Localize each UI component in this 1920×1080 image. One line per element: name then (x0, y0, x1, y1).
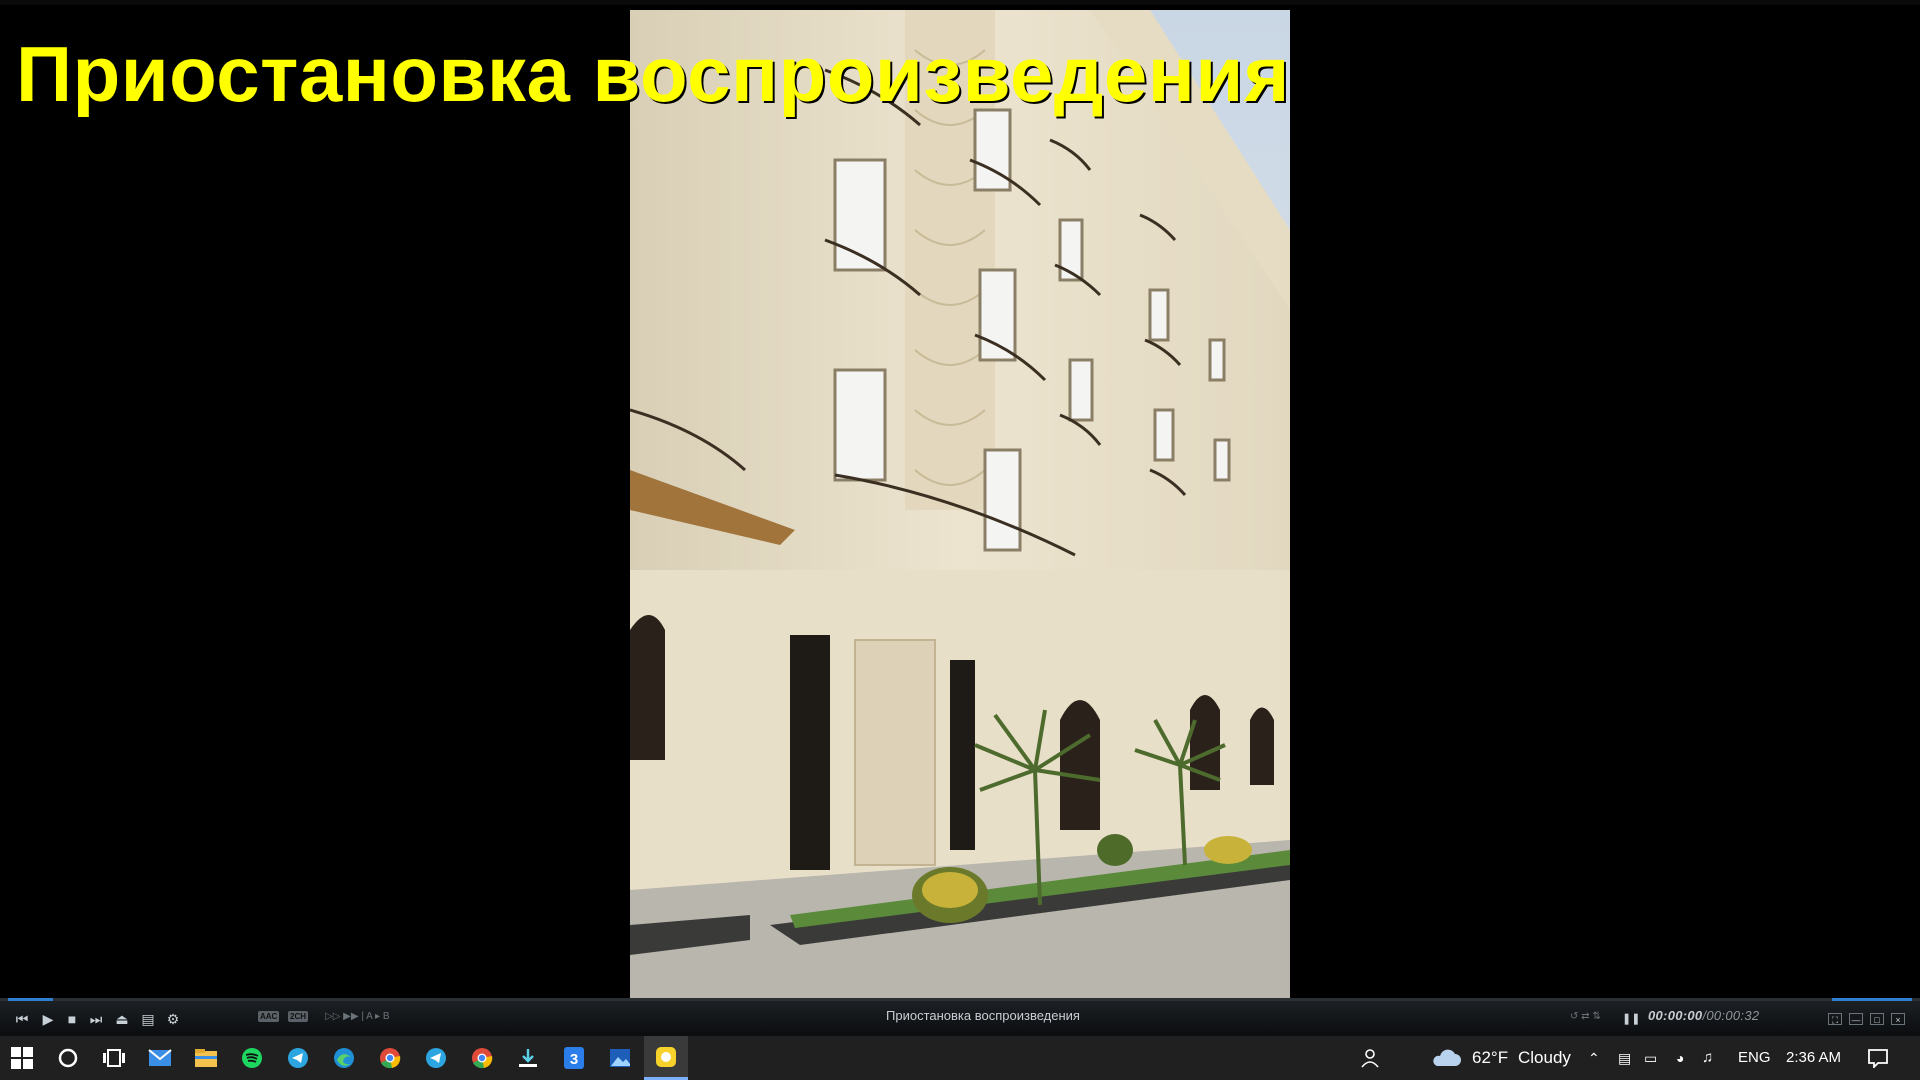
spotify-icon[interactable] (230, 1036, 274, 1080)
close-icon[interactable]: × (1891, 1013, 1905, 1025)
play-icon[interactable]: ▶ (38, 1010, 58, 1028)
minimize-icon[interactable]: — (1849, 1013, 1863, 1025)
playlist-icon[interactable]: ▤ (138, 1010, 158, 1028)
audio-codec-badge: AAC (258, 1011, 280, 1022)
time-duration: 00:00:32 (1706, 1008, 1760, 1023)
device-icon[interactable]: ▤ (1618, 1036, 1631, 1080)
status-text: Приостановка воспроизведения (886, 1008, 1080, 1023)
mail-icon[interactable] (138, 1036, 182, 1080)
eject-icon[interactable]: ⏏ (112, 1010, 132, 1028)
chrome-icon[interactable] (368, 1036, 412, 1080)
edge-icon[interactable] (322, 1036, 366, 1080)
battery-icon[interactable]: ▭ (1644, 1036, 1657, 1080)
video-frame (630, 10, 1290, 1000)
chevron-up-icon[interactable]: ⌃ (1588, 1036, 1600, 1080)
task-view-icon[interactable] (92, 1036, 136, 1080)
chrome-icon[interactable] (460, 1036, 504, 1080)
settings-icon[interactable]: ⚙ (163, 1010, 183, 1028)
telegram-icon[interactable] (276, 1036, 320, 1080)
time-current: 00:00:00 (1648, 1008, 1703, 1023)
time-display: 00:00:00/00:00:32 (1648, 1008, 1759, 1023)
volume-icon[interactable]: ♫ (1702, 1036, 1713, 1080)
player-control-bar: ⏮ ▶ ■ ⏭ ⏏ ▤ ⚙ AAC 2CH ▷▷ ▶▶ | A ▸ B Прио… (0, 998, 1920, 1036)
next-icon[interactable]: ⏭ (86, 1010, 106, 1028)
fullscreen-icon[interactable]: ⛶ (1828, 1013, 1842, 1025)
people-icon[interactable] (1348, 1036, 1392, 1080)
seek-bar[interactable] (0, 998, 1920, 1001)
app-3-icon[interactable]: 3 (552, 1036, 596, 1080)
download-icon[interactable] (506, 1036, 550, 1080)
video-area[interactable]: Приостановка воспроизведения (0, 0, 1920, 1000)
stop-icon[interactable]: ■ (62, 1010, 82, 1028)
wifi-icon[interactable]: ◕ (1676, 1036, 1684, 1080)
file-explorer-icon[interactable] (184, 1036, 228, 1080)
start-icon[interactable] (0, 1036, 44, 1080)
osd-status-message: Приостановка воспроизведения (16, 30, 1290, 118)
photos-icon[interactable] (598, 1036, 642, 1080)
weather-desc[interactable]: Cloudy (1518, 1036, 1571, 1080)
search-icon[interactable] (46, 1036, 90, 1080)
pause-indicator-icon: ❚❚ (1622, 1013, 1641, 1025)
maximize-icon[interactable]: □ (1870, 1013, 1884, 1025)
previous-icon[interactable]: ⏮ (12, 1010, 32, 1028)
frame-step-icons[interactable]: ▷▷ ▶▶ | A ▸ B (325, 1010, 390, 1024)
weather-cloudy-icon[interactable] (1424, 1036, 1468, 1080)
weather-temp[interactable]: 62°F (1472, 1036, 1508, 1080)
audio-channels-badge: 2CH (288, 1011, 309, 1022)
telegram-icon[interactable] (414, 1036, 458, 1080)
svg-text:3: 3 (570, 1051, 578, 1068)
notifications-icon[interactable] (1856, 1036, 1900, 1080)
building-photo (630, 10, 1290, 1000)
seek-progress (8, 998, 53, 1001)
repeat-icons[interactable]: ↺ ⇄ ⇅ (1570, 1010, 1601, 1024)
volume-bar[interactable] (1832, 998, 1912, 1001)
clock[interactable]: 2:36 AM (1786, 1036, 1841, 1080)
taskbar: 3 62°F Cloudy ⌃ ▤ ▭ ◕ ♫ ENG 2:36 AM (0, 1036, 1920, 1080)
language-indicator[interactable]: ENG (1738, 1036, 1771, 1080)
potplayer-icon[interactable] (644, 1036, 688, 1080)
